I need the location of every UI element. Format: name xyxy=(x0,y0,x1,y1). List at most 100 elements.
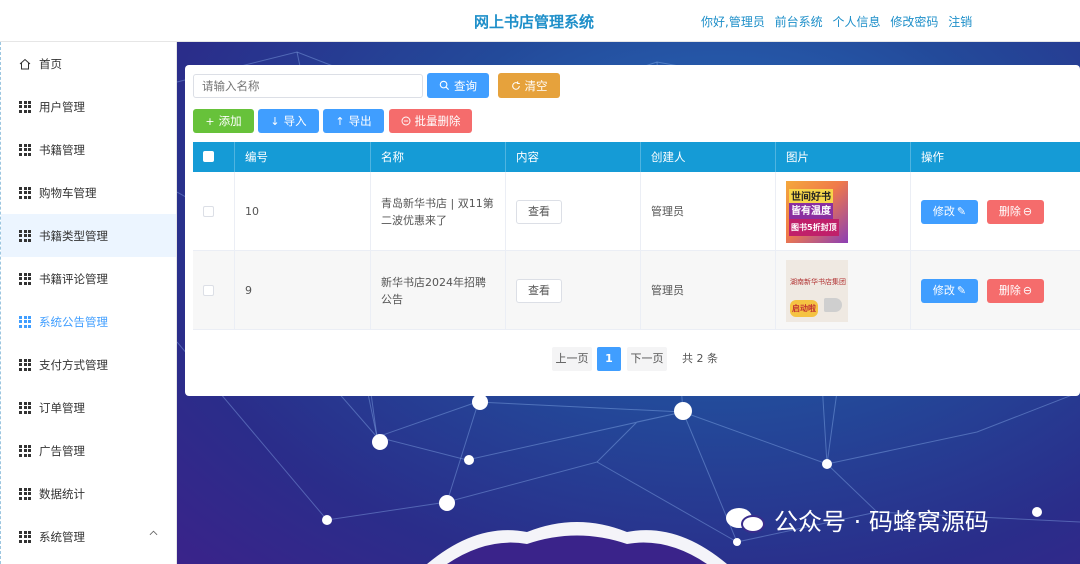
select-all-checkbox[interactable] xyxy=(203,151,214,162)
export-button[interactable]: ↑ 导出 xyxy=(323,109,384,133)
sidebar-item-payment-methods[interactable]: 支付方式管理 xyxy=(1,343,176,386)
grid-icon xyxy=(19,272,31,285)
plus-icon: + xyxy=(205,114,215,128)
sidebar-item-book-comments[interactable]: 书籍评论管理 xyxy=(1,257,176,300)
watermark: 公众号 · 码蜂窝源码 xyxy=(726,502,989,537)
megaphone-icon xyxy=(824,297,842,312)
refresh-icon xyxy=(511,80,520,90)
home-icon xyxy=(19,58,31,69)
view-content-button[interactable]: 查看 xyxy=(516,278,562,303)
row-checkbox[interactable] xyxy=(203,206,214,217)
delete-button[interactable]: 删除 ⊖ xyxy=(987,199,1044,224)
grid-icon xyxy=(19,487,31,500)
grid-icon xyxy=(19,358,31,371)
pagination-page-1[interactable]: 1 xyxy=(597,347,621,371)
cell-image: 世间好书 皆有温度 图书5折封顶 xyxy=(776,172,911,251)
delete-button[interactable]: 删除 ⊖ xyxy=(987,278,1044,303)
edit-button-label: 修改 xyxy=(932,205,955,218)
sidebar-item-statistics[interactable]: 数据统计 xyxy=(1,472,176,515)
cell-creator: 管理员 xyxy=(641,172,776,251)
nav-change-password-link[interactable]: 修改密码 xyxy=(890,15,938,29)
minus-circle-icon: ⊖ xyxy=(1022,205,1033,218)
row-checkbox-cell xyxy=(193,172,235,251)
sidebar-item-ads[interactable]: 广告管理 xyxy=(1,429,176,472)
clear-button[interactable]: 清空 xyxy=(498,73,560,98)
cell-creator: 管理员 xyxy=(641,251,776,330)
row-checkbox[interactable] xyxy=(203,285,214,296)
delete-button-label: 删除 xyxy=(998,205,1021,218)
cell-name: 青岛新华书店 | 双11第二波优惠来了 xyxy=(371,172,506,251)
view-content-button[interactable]: 查看 xyxy=(516,199,562,224)
add-button[interactable]: + 添加 xyxy=(193,109,254,133)
arrow-up-icon: ↑ xyxy=(335,114,345,128)
sidebar-item-label: 广告管理 xyxy=(39,443,85,458)
table-row: 9 新华书店2024年招聘公告 查看 管理员 湖南新华书店集团 启动啦 修改 ✎… xyxy=(193,251,1080,330)
column-header-image: 图片 xyxy=(776,142,911,172)
grid-icon xyxy=(19,444,31,457)
edit-icon: ✎ xyxy=(956,205,967,218)
arrow-down-icon: ↓ xyxy=(270,114,280,128)
sidebar-item-users[interactable]: 用户管理 xyxy=(1,85,176,128)
sidebar-item-books[interactable]: 书籍管理 xyxy=(1,128,176,171)
column-header-id: 编号 xyxy=(235,142,371,172)
thumbnail-text: 启动啦 xyxy=(790,299,818,317)
grid-icon xyxy=(19,143,31,156)
nav-logout-link[interactable]: 注销 xyxy=(948,15,972,29)
pagination-next-button[interactable]: 下一页 xyxy=(627,347,667,371)
edit-button[interactable]: 修改 ✎ xyxy=(921,199,978,224)
minus-circle-icon xyxy=(401,116,410,126)
sidebar-item-label: 系统管理 xyxy=(39,529,85,544)
cell-image: 湖南新华书店集团 启动啦 xyxy=(776,251,911,330)
grid-icon xyxy=(19,401,31,414)
table-row: 10 青岛新华书店 | 双11第二波优惠来了 查看 管理员 世间好书 皆有温度 … xyxy=(193,172,1080,251)
header-checkbox-cell xyxy=(193,142,235,172)
top-header: 网上书店管理系统 你好,管理员 前台系统 个人信息 修改密码 注销 xyxy=(0,0,1080,42)
nav-frontend-link[interactable]: 前台系统 xyxy=(775,15,823,29)
sidebar-item-label: 系统公告管理 xyxy=(39,314,108,329)
sidebar-item-announcements[interactable]: 系统公告管理 xyxy=(1,300,176,343)
cell-actions: 修改 ✎ 删除 ⊖ xyxy=(911,251,1080,330)
grid-icon xyxy=(19,100,31,113)
column-header-actions: 操作 xyxy=(921,150,944,164)
book-promo-thumbnail: 世间好书 皆有温度 图书5折封顶 xyxy=(786,180,848,243)
import-button[interactable]: ↓ 导入 xyxy=(258,109,319,133)
wechat-icon xyxy=(726,506,766,534)
thumbnail-text: 皆有温度 xyxy=(789,202,833,220)
minus-circle-icon: ⊖ xyxy=(1022,284,1033,297)
cell-id: 9 xyxy=(235,251,371,330)
sidebar-item-cart[interactable]: 购物车管理 xyxy=(1,171,176,214)
sidebar-item-home[interactable]: 首页 xyxy=(1,42,176,85)
grid-icon xyxy=(19,315,31,328)
pagination-prev-button[interactable]: 上一页 xyxy=(552,347,592,371)
table-header: 编号 名称 内容 创建人 图片 操作 xyxy=(193,142,1080,172)
header-nav: 你好,管理员 前台系统 个人信息 修改密码 注销 xyxy=(701,13,978,30)
edit-icon: ✎ xyxy=(956,284,967,297)
sidebar-item-label: 书籍类型管理 xyxy=(39,228,108,243)
sidebar-item-label: 数据统计 xyxy=(39,486,85,501)
row-checkbox-cell xyxy=(193,251,235,330)
sidebar-item-label: 书籍管理 xyxy=(39,142,85,157)
sidebar-item-label: 订单管理 xyxy=(39,400,85,415)
recruitment-thumbnail: 湖南新华书店集团 启动啦 xyxy=(786,259,848,322)
grid-icon xyxy=(19,186,31,199)
grid-icon xyxy=(19,530,31,543)
clear-button-label: 清空 xyxy=(524,78,548,93)
search-name-input[interactable] xyxy=(193,74,423,98)
search-button-label: 查询 xyxy=(454,78,477,93)
chevron-up-icon xyxy=(149,530,158,536)
sidebar-item-system[interactable]: 系统管理 xyxy=(1,515,176,558)
nav-profile-link[interactable]: 个人信息 xyxy=(833,15,881,29)
column-header-creator: 创建人 xyxy=(641,142,776,172)
pagination-total: 共 2 条 xyxy=(682,352,718,365)
export-button-label: 导出 xyxy=(348,114,372,128)
cell-content: 查看 xyxy=(506,172,641,251)
search-button[interactable]: 查询 xyxy=(427,73,489,98)
sidebar-item-label: 首页 xyxy=(39,56,62,71)
sidebar-item-label: 购物车管理 xyxy=(39,185,97,200)
add-button-label: 添加 xyxy=(218,114,242,128)
batch-delete-button[interactable]: 批量删除 xyxy=(389,109,472,133)
sidebar-item-book-types[interactable]: 书籍类型管理 xyxy=(1,214,176,257)
column-header-name: 名称 xyxy=(371,142,506,172)
sidebar-item-orders[interactable]: 订单管理 xyxy=(1,386,176,429)
edit-button[interactable]: 修改 ✎ xyxy=(921,278,978,303)
